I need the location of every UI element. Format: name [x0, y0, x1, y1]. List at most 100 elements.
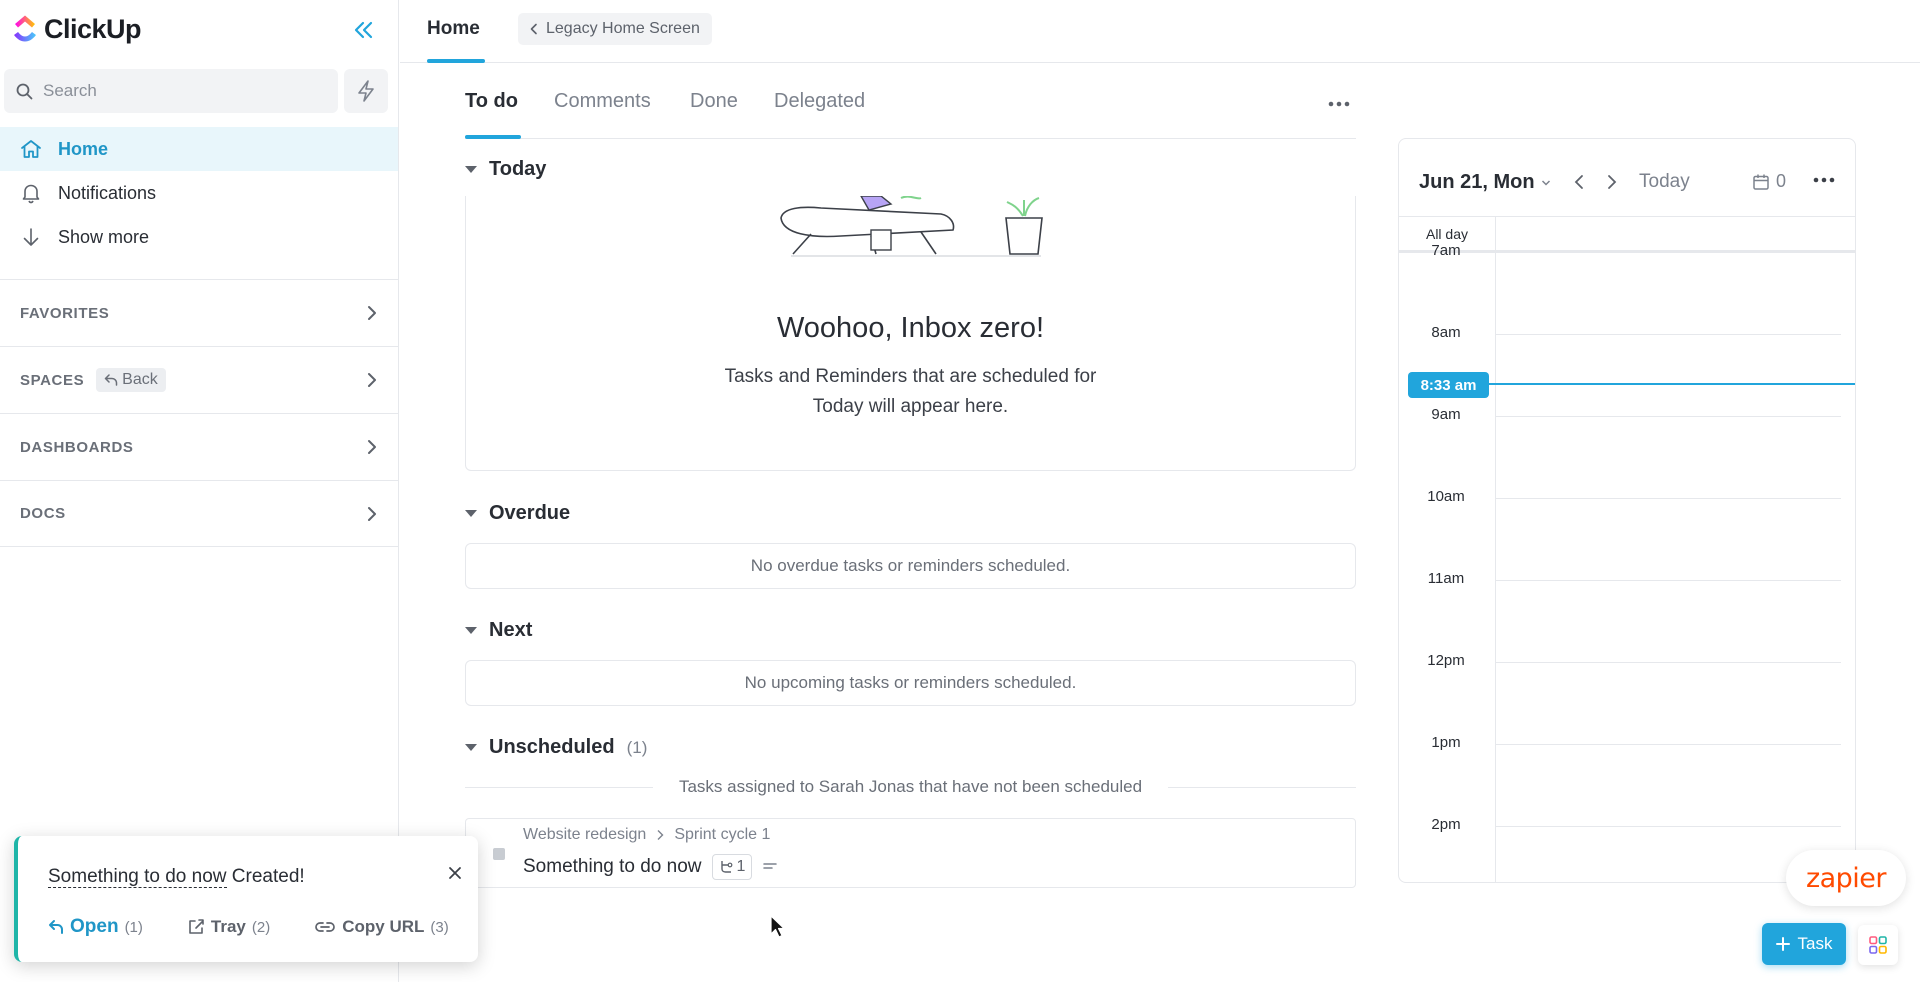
next-empty-box: No upcoming tasks or reminders scheduled…	[465, 660, 1356, 706]
search-input[interactable]	[43, 81, 313, 101]
toast-tray-button[interactable]: Tray (2)	[187, 917, 270, 937]
toast-message: Something to do now Created!	[48, 866, 305, 888]
tab-done[interactable]: Done	[690, 90, 738, 113]
sidebar-item-notifications[interactable]: Notifications	[0, 171, 398, 215]
hour-line	[1496, 416, 1841, 417]
task-name[interactable]: Something to do now	[523, 856, 702, 878]
hour-line	[1496, 498, 1841, 499]
home-icon	[21, 140, 41, 158]
hour-label: 7am	[1431, 242, 1461, 259]
description-icon	[763, 863, 778, 869]
sidebar-section-favorites[interactable]: FAVORITES	[0, 279, 398, 346]
group-label: Today	[489, 158, 547, 180]
unscheduled-note: Tasks assigned to Sarah Jonas that have …	[465, 774, 1356, 800]
spaces-back-button[interactable]: Back	[96, 368, 166, 392]
task-title[interactable]: Something to do now 1	[523, 854, 778, 880]
toast-status: Created!	[231, 866, 305, 887]
toast-close-button[interactable]	[444, 862, 466, 884]
new-task-label: Task	[1797, 934, 1833, 953]
tab-comments[interactable]: Comments	[554, 90, 651, 113]
brand-logo[interactable]: ClickUp	[12, 12, 142, 46]
sidebar-section-docs[interactable]: DOCS	[0, 480, 398, 547]
legacy-home-button[interactable]: Legacy Home Screen	[518, 13, 712, 45]
zapier-label: zapier	[1805, 862, 1887, 894]
toast-copy-url-label: Copy URL	[342, 917, 425, 936]
task-created-toast: Something to do now Created! Open (1) Tr…	[14, 836, 478, 962]
subtask-icon	[720, 861, 732, 873]
sidebar-section-spaces[interactable]: SPACES Back	[0, 346, 398, 413]
collapse-sidebar-button[interactable]	[350, 16, 378, 44]
zapier-button[interactable]: zapier	[1786, 850, 1906, 906]
hour-line	[1496, 744, 1841, 745]
group-unscheduled-header[interactable]: Unscheduled (1)	[465, 736, 647, 759]
chevron-right-icon	[368, 373, 376, 387]
search-box[interactable]	[4, 69, 338, 113]
current-time-line	[1489, 383, 1855, 385]
chevron-right-icon	[368, 306, 376, 320]
calendar-count-value: 0	[1776, 171, 1787, 191]
calendar-date: Jun 21, Mon	[1419, 171, 1535, 193]
quick-actions-button[interactable]	[344, 69, 388, 113]
task-status-checkbox[interactable]	[493, 848, 505, 860]
task-list-name[interactable]: Website redesign	[523, 826, 646, 844]
hour-line	[1496, 826, 1841, 827]
sidebar-item-label: Home	[58, 138, 109, 159]
unscheduled-note-text: Tasks assigned to Sarah Jonas that have …	[678, 777, 1143, 796]
calendar-date-picker[interactable]: Jun 21, Mon	[1419, 171, 1551, 194]
group-label: Unscheduled	[489, 736, 615, 758]
chevron-left-icon	[530, 23, 537, 35]
toast-open-button[interactable]: Open (1)	[48, 916, 143, 938]
calendar-panel: Jun 21, Mon Today 0 All day 7am 8am 9am …	[1398, 138, 1856, 883]
calendar-unscheduled-count[interactable]: 0	[1752, 171, 1786, 192]
inbox-zero-subtitle: Tasks and Reminders that are scheduled f…	[466, 362, 1355, 422]
calendar-today-button[interactable]: Today	[1639, 171, 1690, 193]
tab-delegated[interactable]: Delegated	[774, 90, 865, 113]
more-options-icon[interactable]	[1813, 175, 1835, 185]
toast-task-link[interactable]: Something to do now	[48, 866, 227, 888]
calendar-icon	[1753, 174, 1769, 190]
group-count: (1)	[626, 737, 648, 757]
plus-icon	[1775, 937, 1790, 951]
hour-label: 2pm	[1431, 816, 1461, 833]
task-row[interactable]: Website redesign Sprint cycle 1 Somethin…	[465, 818, 1356, 888]
more-options-icon[interactable]	[1327, 94, 1351, 114]
toast-actions: Open (1) Tray (2) Copy URL (3)	[48, 916, 449, 938]
chevron-right-icon	[368, 506, 376, 521]
group-next-header[interactable]: Next	[465, 619, 532, 642]
back-label: Back	[122, 371, 158, 388]
hour-label: 8am	[1431, 324, 1461, 341]
calendar-next-button[interactable]	[1602, 172, 1622, 192]
calendar-timeline[interactable]: 7am 8am 9am 10am 11am 12pm 1pm 2pm 8:33 …	[1399, 242, 1855, 882]
tab-home[interactable]: Home	[427, 18, 480, 40]
caret-down-icon	[465, 510, 477, 517]
arrow-down-icon	[23, 228, 39, 246]
chevron-right-icon	[657, 830, 664, 840]
toast-copy-url-button[interactable]: Copy URL (3)	[314, 917, 449, 937]
hour-line	[1496, 580, 1841, 581]
caret-down-icon	[465, 744, 477, 751]
group-today-header[interactable]: Today	[465, 158, 546, 181]
sidebar-item-home[interactable]: Home	[0, 127, 398, 171]
inbox-zero-line-2: Today will appear here.	[812, 396, 1009, 417]
subtask-count-badge[interactable]: 1	[711, 854, 753, 880]
current-time-badge: 8:33 am	[1408, 372, 1489, 398]
top-bar: Home Legacy Home Screen	[400, 0, 1920, 63]
tab-todo[interactable]: To do	[465, 90, 518, 113]
return-arrow-icon	[104, 374, 118, 386]
bell-icon	[22, 184, 40, 204]
close-icon	[449, 867, 461, 879]
brand-name: ClickUp	[44, 13, 142, 44]
group-overdue-header[interactable]: Overdue	[465, 502, 570, 525]
new-task-button[interactable]: Task	[1762, 923, 1846, 965]
hour-label: 1pm	[1431, 734, 1461, 751]
hour-label: 9am	[1431, 406, 1461, 423]
calendar-prev-button[interactable]	[1569, 172, 1589, 192]
sidebar-section-dashboards[interactable]: DASHBOARDS	[0, 413, 398, 480]
caret-down-icon	[465, 166, 477, 173]
shortcut-hint: (1)	[124, 918, 143, 936]
active-tab-indicator	[427, 59, 485, 63]
apps-grid-button[interactable]	[1858, 925, 1898, 965]
task-folder-name[interactable]: Sprint cycle 1	[674, 826, 770, 844]
sidebar-item-show-more[interactable]: Show more	[0, 215, 398, 259]
hour-label: 12pm	[1427, 652, 1465, 669]
